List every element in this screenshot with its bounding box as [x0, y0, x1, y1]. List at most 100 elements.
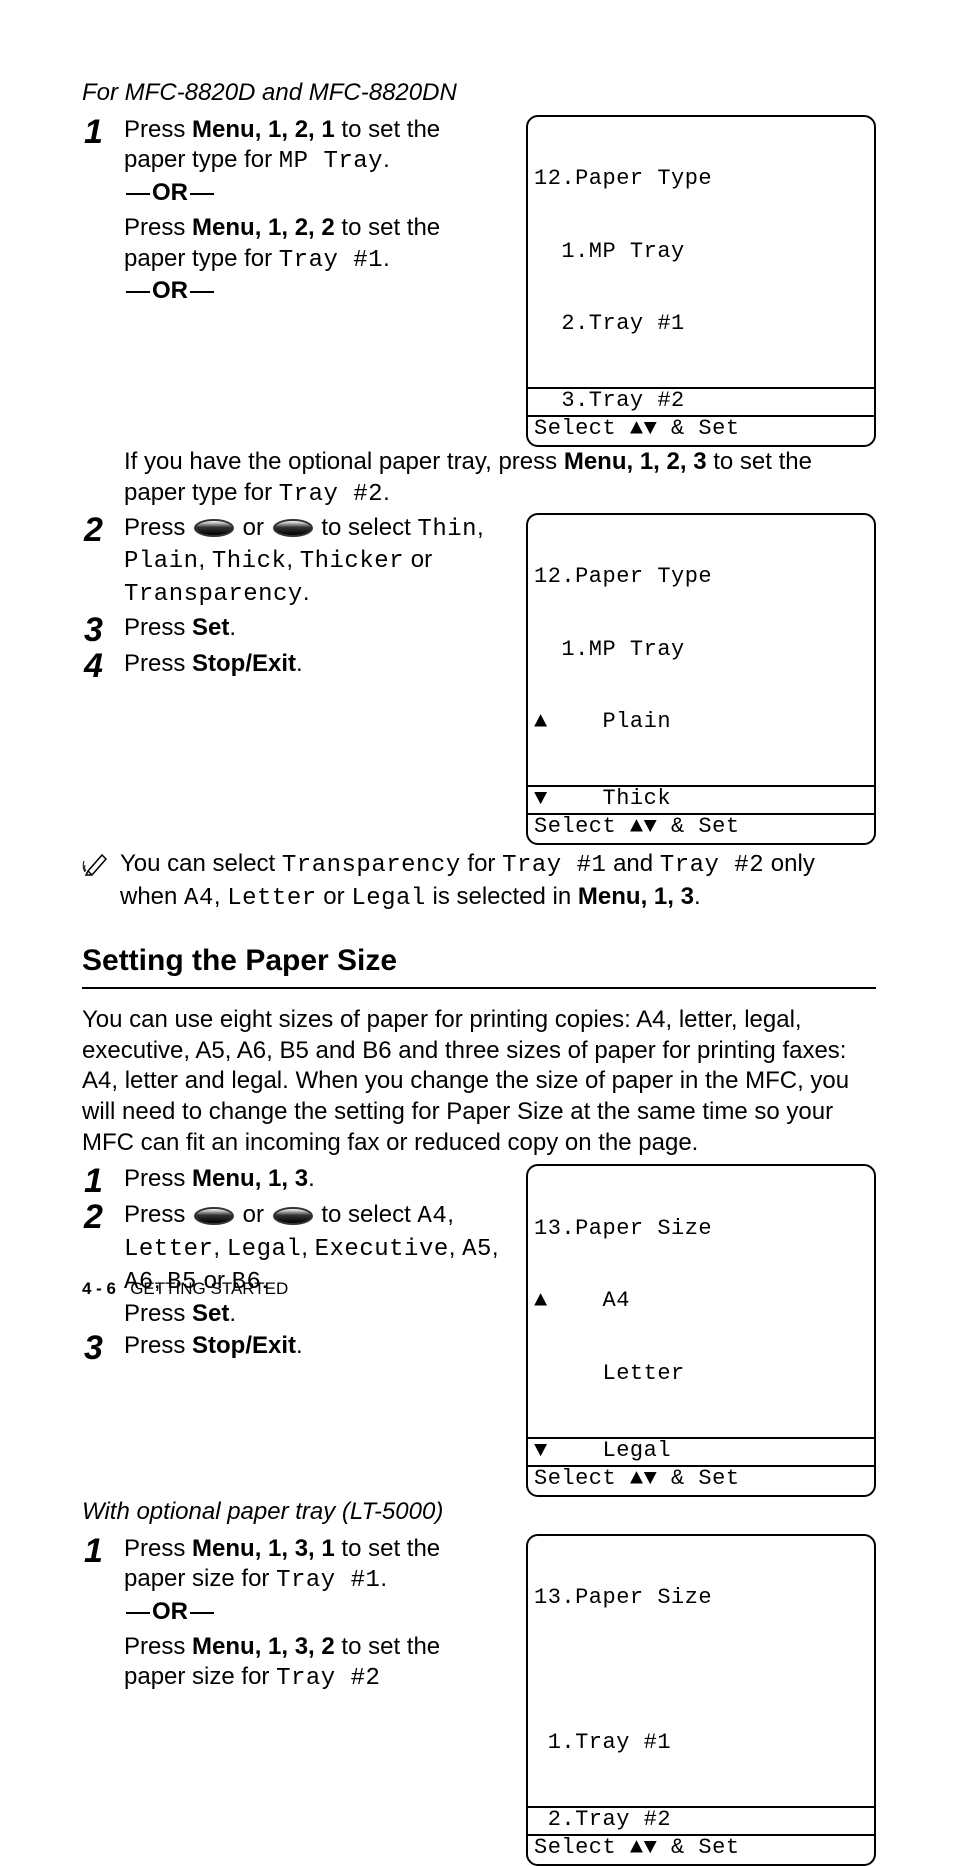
nav-button-icon	[273, 519, 313, 537]
lcd-line: Select ▲▼ & Set	[528, 1836, 874, 1864]
text: Press	[124, 1201, 192, 1228]
nav-button-icon	[194, 519, 234, 537]
optional-heading: With optional paper tray (LT-5000)	[82, 1497, 876, 1528]
step-body: Press Menu, 1, 3.	[124, 1164, 506, 1195]
text: Press	[124, 1332, 192, 1359]
text: .	[383, 146, 390, 173]
text: for	[461, 850, 502, 877]
text: Press	[124, 1165, 192, 1192]
text: or	[236, 1201, 271, 1228]
text: Press	[124, 1633, 192, 1660]
keys: , 1, 3, 1	[255, 1535, 342, 1562]
chapter-title: GETTING STARTED	[130, 1279, 288, 1298]
menu-key: Menu	[192, 214, 255, 241]
option: Transparency	[282, 852, 461, 879]
text: ,	[492, 1234, 499, 1261]
dash-icon	[190, 291, 214, 293]
lcd-display-1: 12.Paper Type 1.MP Tray 2.Tray #1 3.Tray…	[526, 115, 876, 447]
lcd-display-3: 13.Paper Size ▲ A4 Letter ▼ Legal Select…	[526, 1164, 876, 1496]
lcd-line: 2.Tray #2	[528, 1806, 874, 1836]
menu-key: Menu	[564, 448, 627, 475]
lcd-line: 2.Tray #1	[534, 312, 868, 336]
step-body: Press Stop/Exit.	[124, 1331, 506, 1362]
lcd-line	[534, 1659, 868, 1683]
text: .	[694, 883, 701, 910]
dash-icon	[126, 1612, 150, 1614]
or-label: OR	[152, 179, 188, 206]
text: to select	[315, 1201, 418, 1228]
step-number-3: 3	[82, 613, 124, 647]
keys: , 1, 2, 3	[627, 448, 714, 475]
lcd-line: Select ▲▼ & Set	[528, 815, 874, 843]
text: Press	[124, 614, 192, 641]
option: Executive	[315, 1236, 449, 1263]
text: ,	[286, 546, 299, 573]
step-body: Press or to select Thin, Plain, Thick, T…	[124, 513, 506, 611]
note-text: You can select Transparency for Tray #1 …	[120, 849, 876, 914]
or-label: OR	[152, 1598, 188, 1625]
text: or	[317, 883, 352, 910]
menu-key: Menu	[192, 116, 255, 143]
lcd-line: Select ▲▼ & Set	[528, 417, 874, 445]
text: ,	[214, 883, 227, 910]
text: .	[229, 1300, 236, 1327]
lcd-line: 1.MP Tray	[534, 638, 868, 662]
step-number-2: 2	[82, 1200, 124, 1234]
menu-key: Menu	[192, 1165, 255, 1192]
tray: Tray #1	[279, 247, 383, 274]
lcd-line: ▲ A4	[534, 1289, 868, 1313]
lcd-line: ▼ Legal	[528, 1437, 874, 1467]
dash-icon	[126, 291, 150, 293]
lcd-line: 1.MP Tray	[534, 240, 868, 264]
lcd-line: 12.Paper Type	[534, 167, 868, 191]
lcd-line: 1.Tray #1	[534, 1731, 868, 1755]
step-number-3: 3	[82, 1331, 124, 1365]
option: Letter	[227, 885, 316, 912]
step-number-1: 1	[82, 1534, 124, 1568]
step-body-cont: If you have the optional paper tray, pre…	[82, 447, 876, 510]
set-key: Set	[192, 614, 229, 641]
menu-key: Menu	[192, 1535, 255, 1562]
lcd-line: ▼ Thick	[528, 785, 874, 815]
dash-icon	[126, 193, 150, 195]
option: Legal	[351, 885, 426, 912]
option: Thick	[212, 548, 287, 575]
text: .	[383, 479, 390, 506]
text: .	[296, 650, 303, 677]
page-footer: 4 - 6 GETTING STARTED	[82, 1278, 288, 1300]
step-body: Press Set.	[124, 613, 506, 644]
text: ,	[199, 546, 212, 573]
lcd-display-4: 13.Paper Size 1.Tray #1 2.Tray #2 Select…	[526, 1534, 876, 1866]
keys: , 1, 3	[641, 883, 694, 910]
step-body: Press Stop/Exit.	[124, 649, 506, 680]
text: .	[303, 579, 310, 606]
text: ,	[301, 1234, 314, 1261]
tray: Tray #2	[660, 852, 764, 879]
text: Press	[124, 1300, 192, 1327]
option: Thin	[417, 516, 477, 543]
text: is selected in	[426, 883, 578, 910]
text: Press	[124, 214, 192, 241]
tray: MP Tray	[279, 148, 383, 175]
step-body: Press Menu, 1, 3, 1 to set the paper siz…	[124, 1534, 506, 1696]
step-number-2: 2	[82, 513, 124, 547]
size-intro: You can use eight sizes of paper for pri…	[82, 1005, 876, 1159]
option: Letter	[124, 1236, 213, 1263]
text: ,	[477, 514, 484, 541]
text: .	[383, 245, 390, 272]
nav-button-icon	[194, 1207, 234, 1225]
option: Plain	[124, 548, 199, 575]
text: .	[296, 1332, 303, 1359]
text: ,	[449, 1234, 462, 1261]
text: Press	[124, 1535, 192, 1562]
note-icon	[82, 849, 112, 888]
stop-exit-key: Stop/Exit	[192, 650, 296, 677]
or-label: OR	[152, 277, 188, 304]
text: and	[606, 850, 659, 877]
tray: Tray #1	[276, 1567, 380, 1594]
lcd-line: 12.Paper Type	[534, 565, 868, 589]
text: .	[308, 1165, 315, 1192]
menu-key: Menu	[192, 1633, 255, 1660]
text: If you have the optional paper tray, pre…	[124, 448, 564, 475]
page-number: 4 - 6	[82, 1279, 116, 1298]
